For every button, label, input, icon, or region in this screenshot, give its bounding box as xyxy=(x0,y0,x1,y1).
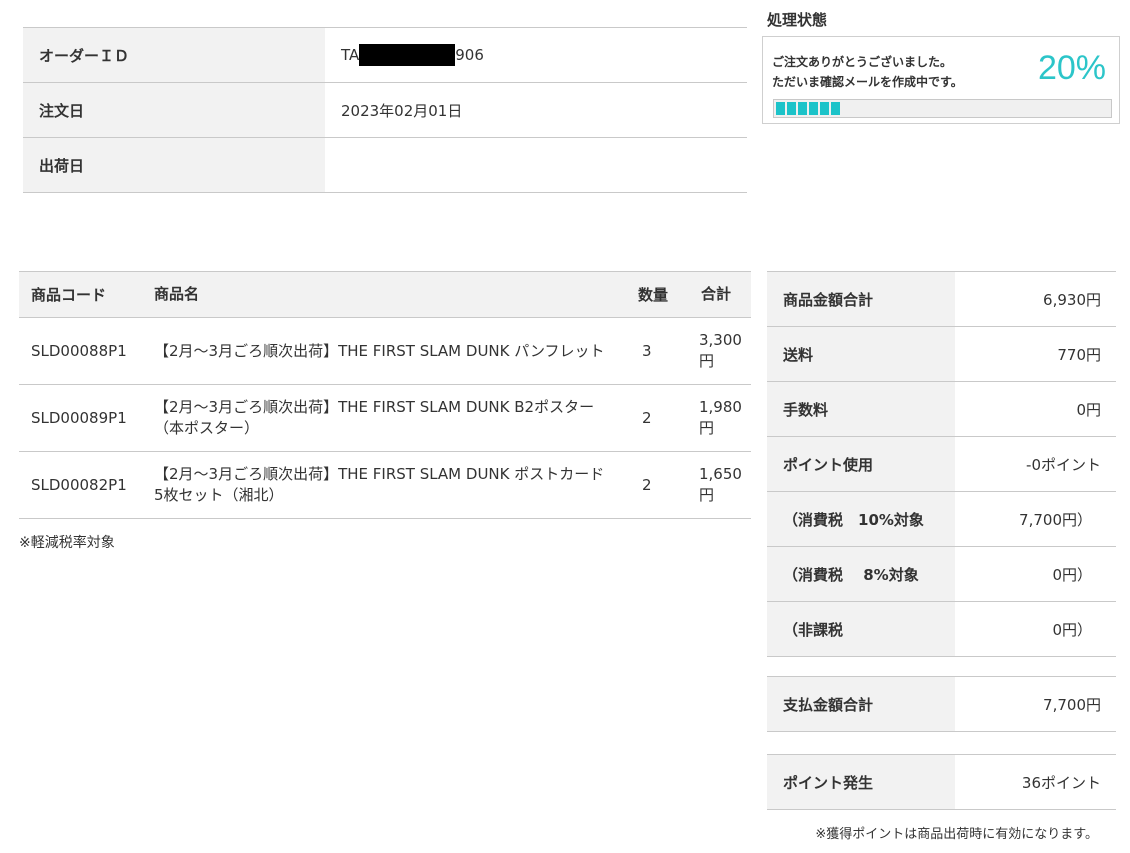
order-id-row: オーダーＩＤ TA 906 xyxy=(23,28,747,83)
summary-label: （消費税 10%対象 xyxy=(767,492,955,546)
order-info-table: オーダーＩＤ TA 906 注文日 2023年02月01日 出荷日 xyxy=(23,27,747,193)
summary-value: 0円 xyxy=(1076,400,1101,419)
points-note: ※獲得ポイントは商品出荷時に有効になります。 xyxy=(815,827,1098,842)
summary-row-points-used: ポイント使用 -0ポイント xyxy=(767,437,1116,492)
progress-fill xyxy=(776,102,840,115)
item-qty: 2 xyxy=(632,451,695,519)
progress-segment xyxy=(820,102,829,115)
reduced-tax-note: ※軽減税率対象 xyxy=(19,535,115,551)
summary-label: 手数料 xyxy=(767,382,955,436)
progress-segment xyxy=(776,102,785,115)
item-total: 3,300円 xyxy=(695,317,751,385)
item-total: 1,980円 xyxy=(695,384,751,452)
order-id-suffix: 906 xyxy=(455,46,484,64)
summary-value: 6,930円 xyxy=(1043,290,1101,309)
status-panel: ご注文ありがとうございました。 ただいま確認メールを作成中です。 20% xyxy=(762,36,1120,124)
header-name: 商品名 xyxy=(154,271,632,318)
header-qty: 数量 xyxy=(632,271,695,318)
summary-label: ポイント使用 xyxy=(767,437,955,491)
header-total: 合計 xyxy=(695,271,751,318)
summary-row-shipping: 送料 770円 xyxy=(767,327,1116,382)
status-message-line2: ただいま確認メールを作成中です。 xyxy=(772,75,963,89)
summary-row-points-earned: ポイント発生 36ポイント xyxy=(767,755,1116,810)
payment-total-label: 支払金額合計 xyxy=(767,677,955,731)
table-row: SLD00082P1 【2月～3月ごろ順次出荷】THE FIRST SLAM D… xyxy=(19,451,751,519)
item-total: 1,650円 xyxy=(695,451,751,519)
order-date-row: 注文日 2023年02月01日 xyxy=(23,83,747,138)
ship-date-label: 出荷日 xyxy=(23,138,325,192)
item-code: SLD00088P1 xyxy=(19,317,154,385)
progress-segment xyxy=(831,102,840,115)
summary-row-tax10: （消費税 10%対象 7,700円） xyxy=(767,492,1116,547)
summary-label: 商品金額合計 xyxy=(767,272,955,326)
summary-value: 0円） xyxy=(1052,565,1092,584)
progress-segment xyxy=(787,102,796,115)
items-header-row: 商品コード 商品名 数量 合計 xyxy=(19,271,751,318)
summary-value: 770円 xyxy=(1057,345,1101,364)
summary-row-subtotal: 商品金額合計 6,930円 xyxy=(767,272,1116,327)
summary-row-payment-total: 支払金額合計 7,700円 xyxy=(767,677,1116,732)
ship-date-row: 出荷日 xyxy=(23,138,747,193)
items-table: 商品コード 商品名 数量 合計 SLD00088P1 【2月～3月ごろ順次出荷】… xyxy=(19,271,751,519)
progress-bar xyxy=(773,99,1112,118)
item-qty: 2 xyxy=(632,384,695,452)
item-name: 【2月～3月ごろ順次出荷】THE FIRST SLAM DUNK ポストカード5… xyxy=(154,451,632,519)
item-code: SLD00089P1 xyxy=(19,384,154,452)
summary-label: （消費税 8%対象 xyxy=(767,547,955,601)
ship-date-value xyxy=(325,138,747,192)
summary-row-nontax: （非課税 0円） xyxy=(767,602,1116,657)
table-row: SLD00089P1 【2月～3月ごろ順次出荷】THE FIRST SLAM D… xyxy=(19,384,751,452)
order-id-label: オーダーＩＤ xyxy=(23,28,325,82)
summary-row-fee: 手数料 0円 xyxy=(767,382,1116,437)
order-id-prefix: TA xyxy=(341,46,360,64)
summary-value: -0ポイント xyxy=(1026,455,1101,474)
summary-table: 商品金額合計 6,930円 送料 770円 手数料 0円 ポイント使用 -0ポイ… xyxy=(767,271,1116,657)
summary-label: 送料 xyxy=(767,327,955,381)
progress-segment xyxy=(809,102,818,115)
item-code: SLD00082P1 xyxy=(19,451,154,519)
redaction-block xyxy=(359,44,456,66)
order-date-value: 2023年02月01日 xyxy=(341,101,463,120)
summary-label: （非課税 xyxy=(767,602,955,656)
summary-value: 0円） xyxy=(1052,620,1092,639)
summary-value: 7,700円） xyxy=(1019,510,1092,529)
item-name: 【2月～3月ごろ順次出荷】THE FIRST SLAM DUNK B2ポスター（… xyxy=(154,384,632,452)
payment-total-table: 支払金額合計 7,700円 xyxy=(767,676,1116,732)
progress-segment xyxy=(798,102,807,115)
status-message: ご注文ありがとうございました。 ただいま確認メールを作成中です。 xyxy=(772,52,963,92)
status-title: 処理状態 xyxy=(767,11,828,29)
status-percent: 20% xyxy=(1037,49,1106,87)
points-earned-table: ポイント発生 36ポイント xyxy=(767,754,1116,810)
points-earned-value: 36ポイント xyxy=(1021,773,1101,792)
points-earned-label: ポイント発生 xyxy=(767,755,955,809)
item-name: 【2月～3月ごろ順次出荷】THE FIRST SLAM DUNK パンフレット xyxy=(154,317,632,385)
order-date-label: 注文日 xyxy=(23,83,325,137)
summary-row-tax8: （消費税 8%対象 0円） xyxy=(767,547,1116,602)
order-id-value: TA 906 xyxy=(325,28,747,82)
header-code: 商品コード xyxy=(19,271,154,318)
status-message-line1: ご注文ありがとうございました。 xyxy=(772,55,953,69)
item-qty: 3 xyxy=(632,317,695,385)
payment-total-value: 7,700円 xyxy=(1043,695,1101,714)
table-row: SLD00088P1 【2月～3月ごろ順次出荷】THE FIRST SLAM D… xyxy=(19,317,751,385)
